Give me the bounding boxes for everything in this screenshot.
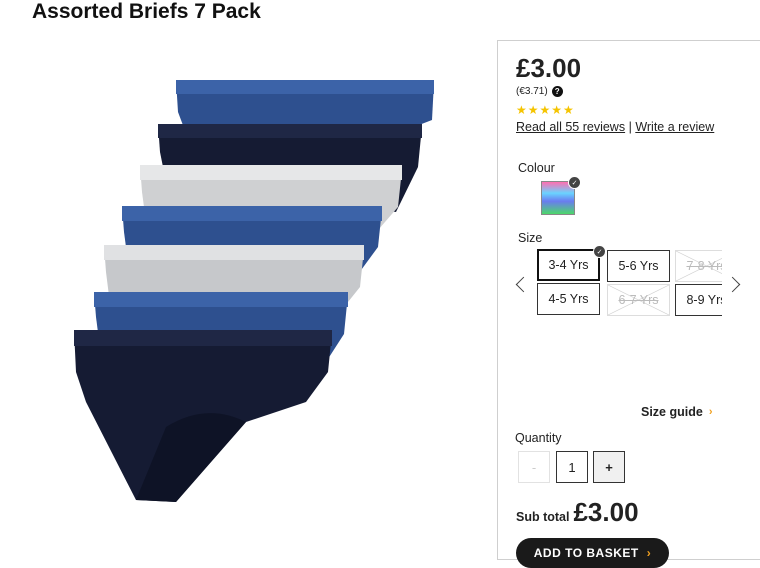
colour-swatch[interactable]: ✓: [541, 176, 581, 215]
size-option-6-7: 6-7 Yrs: [607, 284, 670, 316]
size-option-4-5[interactable]: 4-5 Yrs: [537, 283, 600, 315]
question-icon[interactable]: ?: [551, 86, 563, 97]
quantity-decrement-button[interactable]: -: [518, 451, 550, 483]
rating-stars: ★★★★★: [516, 103, 575, 117]
size-guide-link[interactable]: Size guide ›: [641, 405, 713, 419]
subtotal: Sub total £3.00: [516, 497, 639, 528]
purchase-panel: £3.00 (€3.71) ? ★★★★★ Read all 55 review…: [497, 40, 760, 568]
product-title: Assorted Briefs 7 Pack: [32, 0, 261, 23]
add-to-basket-button[interactable]: ADD TO BASKET ›: [516, 538, 669, 568]
chevron-right-small-icon: ›: [708, 406, 713, 418]
subtotal-label: Sub total: [516, 510, 570, 524]
price: £3.00: [516, 53, 582, 83]
quantity-label: Quantity: [515, 431, 562, 445]
chevron-left-icon[interactable]: [515, 276, 532, 293]
reviews-links: Read all 55 reviews | Write a review: [516, 120, 714, 134]
check-icon: ✓: [593, 245, 606, 258]
size-guide-label: Size guide: [641, 405, 703, 419]
alt-price-value: (€3.71): [516, 86, 548, 97]
size-option-5-6[interactable]: 5-6 Yrs: [607, 250, 670, 282]
product-image: [74, 80, 434, 502]
colour-label: Colour: [518, 161, 555, 175]
read-reviews-link[interactable]: Read all 55 reviews: [516, 120, 625, 134]
check-icon: ✓: [568, 176, 581, 189]
quantity-increment-button[interactable]: +: [593, 451, 625, 483]
size-label: Size: [518, 231, 543, 245]
size-option-3-4[interactable]: 3-4 Yrs: [537, 249, 600, 281]
alt-price: (€3.71) ?: [516, 86, 563, 97]
reviews-separator: |: [628, 120, 632, 134]
add-to-basket-label: ADD TO BASKET: [533, 546, 639, 560]
chevron-right-icon[interactable]: [724, 276, 741, 293]
quantity-input[interactable]: 1: [556, 451, 588, 483]
size-option-8-9[interactable]: 8-9 Yrs: [675, 284, 722, 316]
chevron-right-small-icon: ›: [646, 546, 652, 560]
brief-stack: [74, 80, 434, 502]
subtotal-value: £3.00: [573, 497, 639, 527]
size-carousel: 3-4 Yrs 5-6 Yrs 7-8 Yrs 4-5 Yrs 6-7 Yrs …: [534, 249, 722, 321]
write-review-link[interactable]: Write a review: [635, 120, 714, 134]
size-option-7-8: 7-8 Yrs: [675, 250, 722, 282]
